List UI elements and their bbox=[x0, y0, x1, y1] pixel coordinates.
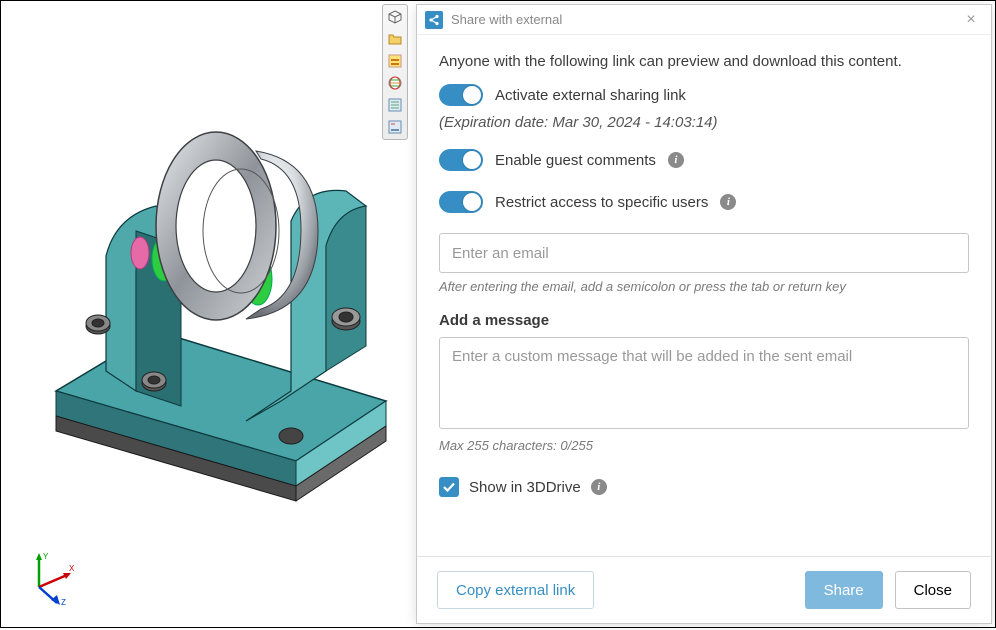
guest-comments-row: Enable guest comments i bbox=[439, 149, 969, 171]
close-button[interactable]: Close bbox=[895, 571, 971, 609]
activate-row: Activate external sharing link bbox=[439, 84, 969, 106]
message-textarea[interactable] bbox=[439, 337, 969, 429]
email-input[interactable] bbox=[439, 233, 969, 273]
tool-panel-icon[interactable] bbox=[384, 51, 406, 71]
model-illustration bbox=[1, 1, 416, 627]
viewport-3d[interactable]: Y X Z bbox=[1, 1, 416, 627]
svg-text:Y: Y bbox=[43, 552, 49, 561]
svg-text:Z: Z bbox=[61, 598, 66, 605]
activate-toggle[interactable] bbox=[439, 84, 483, 106]
dialog-body: Anyone with the following link can previ… bbox=[417, 35, 991, 556]
dialog-footer: Copy external link Share Close bbox=[417, 556, 991, 623]
tool-settings-icon[interactable] bbox=[384, 117, 406, 137]
guest-comments-label: Enable guest comments bbox=[495, 152, 656, 169]
intro-text: Anyone with the following link can previ… bbox=[439, 53, 969, 70]
message-section-label: Add a message bbox=[439, 312, 969, 329]
restrict-toggle[interactable] bbox=[439, 191, 483, 213]
restrict-label: Restrict access to specific users bbox=[495, 194, 708, 211]
show-in-drive-label: Show in 3DDrive bbox=[469, 479, 581, 496]
show-in-drive-checkbox[interactable] bbox=[439, 477, 459, 497]
share-external-dialog: Share with external × Anyone with the fo… bbox=[416, 4, 992, 624]
tool-cube-icon[interactable] bbox=[384, 7, 406, 27]
info-icon[interactable]: i bbox=[720, 194, 736, 210]
show-in-drive-row: Show in 3DDrive i bbox=[439, 477, 969, 497]
svg-text:X: X bbox=[69, 564, 75, 573]
email-hint: After entering the email, add a semicolo… bbox=[439, 279, 969, 294]
dialog-title: Share with external bbox=[451, 12, 953, 27]
guest-comments-toggle[interactable] bbox=[439, 149, 483, 171]
dialog-header: Share with external × bbox=[417, 5, 991, 35]
restrict-row: Restrict access to specific users i bbox=[439, 191, 969, 213]
side-toolbar bbox=[382, 4, 408, 140]
tool-globe-icon[interactable] bbox=[384, 73, 406, 93]
info-icon[interactable]: i bbox=[668, 152, 684, 168]
share-button[interactable]: Share bbox=[805, 571, 883, 609]
share-icon bbox=[425, 11, 443, 29]
axis-triad: Y X Z bbox=[19, 545, 79, 605]
info-icon[interactable]: i bbox=[591, 479, 607, 495]
activate-label: Activate external sharing link bbox=[495, 87, 686, 104]
char-counter: Max 255 characters: 0/255 bbox=[439, 438, 969, 453]
tool-folder-icon[interactable] bbox=[384, 29, 406, 49]
close-icon[interactable]: × bbox=[961, 10, 981, 30]
expiration-text: (Expiration date: Mar 30, 2024 - 14:03:1… bbox=[439, 114, 969, 131]
copy-link-button[interactable]: Copy external link bbox=[437, 571, 594, 609]
tool-properties-icon[interactable] bbox=[384, 95, 406, 115]
